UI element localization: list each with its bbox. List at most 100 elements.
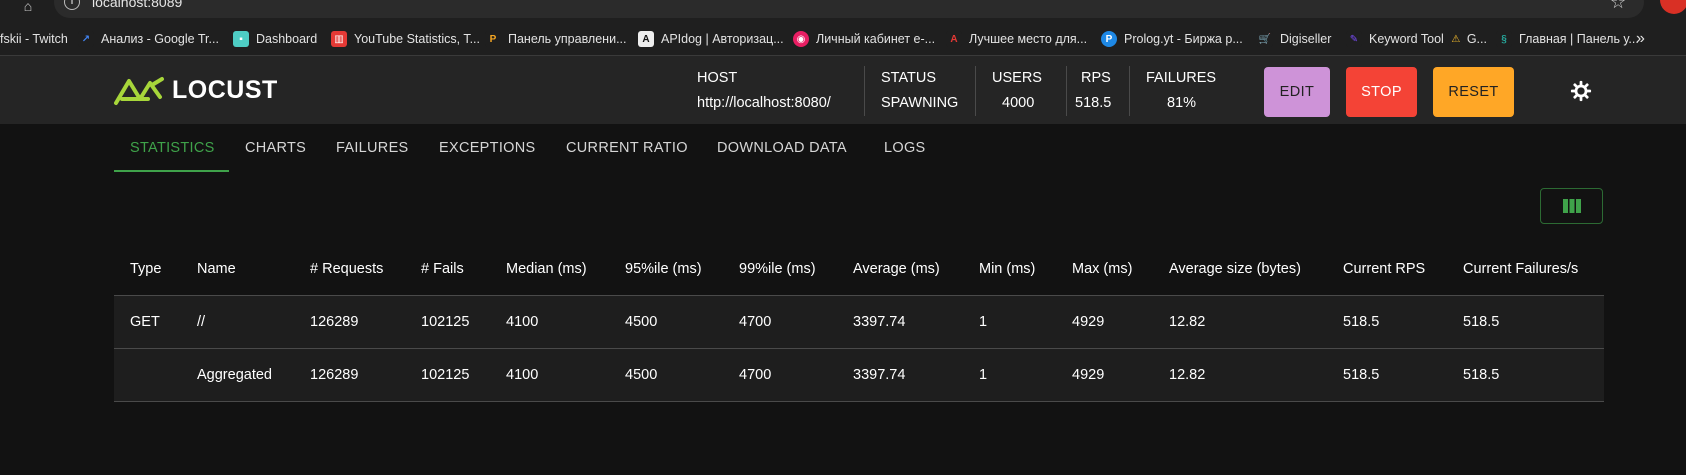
- profile-avatar[interactable]: [1660, 0, 1686, 14]
- table-cell: 12.82: [1169, 314, 1206, 330]
- reset-button[interactable]: RESET: [1433, 67, 1514, 117]
- prolog-icon: P: [1101, 31, 1117, 47]
- bookmark-item[interactable]: ▪ Dashboard: [233, 22, 317, 56]
- host-label: HOST: [697, 70, 738, 86]
- column-selector-button[interactable]: [1540, 188, 1603, 224]
- dashboard-icon: ▪: [233, 31, 249, 47]
- failures-label: FAILURES: [1146, 70, 1217, 86]
- failures-value: 81%: [1167, 95, 1197, 111]
- column-header[interactable]: Type: [130, 242, 161, 295]
- column-header[interactable]: Max (ms): [1072, 242, 1132, 295]
- address-bar[interactable]: [54, 0, 1644, 18]
- table-cell: 1: [979, 367, 988, 383]
- bookmark-item[interactable]: P Prolog.yt - Биржа р...: [1101, 22, 1243, 56]
- column-header[interactable]: Min (ms): [979, 242, 1035, 295]
- table-cell: 4100: [506, 314, 539, 330]
- bookmark-item[interactable]: ✎ Keyword Tool ⚠ G...: [1346, 22, 1487, 56]
- table-cell: 4929: [1072, 314, 1105, 330]
- bookmark-item[interactable]: fskii - Twitch: [0, 22, 68, 56]
- bookmark-item[interactable]: ▥ YouTube Statistics, T...: [331, 22, 480, 56]
- tab-current-ratio[interactable]: CURRENT RATIO: [566, 124, 688, 172]
- apidog-icon: A: [638, 31, 654, 47]
- stats-icon: ▥: [331, 31, 347, 47]
- column-header[interactable]: 99%ile (ms): [739, 242, 816, 295]
- column-header[interactable]: 95%ile (ms): [625, 242, 702, 295]
- column-header[interactable]: Average size (bytes): [1169, 242, 1301, 295]
- column-header[interactable]: Name: [197, 242, 236, 295]
- trends-icon: ↗: [78, 31, 94, 47]
- home-icon[interactable]: ⌂: [18, 0, 38, 16]
- table-cell: Aggregated: [197, 367, 272, 383]
- column-header[interactable]: # Requests: [310, 242, 383, 295]
- locust-logo-icon: [114, 77, 164, 105]
- table-cell: 4700: [739, 367, 772, 383]
- logo-text: LOCUST: [172, 75, 278, 104]
- host-value: http://localhost:8080/: [697, 95, 831, 111]
- table-cell: 12.82: [1169, 367, 1206, 383]
- column-header[interactable]: Current RPS: [1343, 242, 1425, 295]
- address-text[interactable]: localhost:8089: [92, 0, 182, 10]
- tab-failures[interactable]: FAILURES: [336, 124, 409, 172]
- table-cell: 4500: [625, 367, 658, 383]
- table-cell: 126289: [310, 367, 359, 383]
- app-header: LOCUST HOST http://localhost:8080/ STATU…: [0, 56, 1686, 124]
- adobe-icon: A: [946, 31, 962, 47]
- column-header[interactable]: Current Failures/s: [1463, 242, 1578, 295]
- tab-statistics[interactable]: STATISTICS: [130, 124, 215, 172]
- column-header[interactable]: Median (ms): [506, 242, 587, 295]
- warning-icon: ⚠: [1447, 31, 1464, 47]
- locust-logo[interactable]: LOCUST: [112, 56, 278, 124]
- rps-value: 518.5: [1075, 95, 1112, 111]
- column-header[interactable]: # Fails: [421, 242, 464, 295]
- tab-exceptions[interactable]: EXCEPTIONS: [439, 124, 535, 172]
- bookmark-item[interactable]: A Лучшее место для...: [946, 22, 1087, 56]
- table-cell: //: [197, 314, 206, 330]
- divider: [1066, 66, 1067, 116]
- bookmark-item[interactable]: 🛒 Digiseller: [1257, 22, 1331, 56]
- edit-button[interactable]: EDIT: [1264, 67, 1330, 117]
- divider: [975, 66, 976, 116]
- table-cell: 4500: [625, 314, 658, 330]
- table-cell: 4929: [1072, 367, 1105, 383]
- active-tab-indicator: [114, 170, 229, 172]
- status-label: STATUS: [881, 70, 937, 86]
- bookmarks-overflow-icon[interactable]: »: [1636, 22, 1645, 56]
- table-cell: 518.5: [1463, 367, 1500, 383]
- tab-logs[interactable]: LOGS: [884, 124, 926, 172]
- table-cell: GET: [130, 314, 160, 330]
- rps-label: RPS: [1081, 70, 1111, 86]
- panel2-icon: §: [1496, 31, 1512, 47]
- view-columns-icon: [1562, 199, 1581, 213]
- table-cell: 3397.74: [853, 314, 906, 330]
- bookmark-item[interactable]: ◉ Личный кабинет e-...: [793, 22, 935, 56]
- bookmarks-bar: fskii - Twitch ↗ Анализ - Google Tr... ▪…: [0, 22, 1686, 56]
- bookmark-item[interactable]: A APIdog | Авторизац...: [638, 22, 784, 56]
- bookmark-item[interactable]: ↗ Анализ - Google Tr...: [78, 22, 219, 56]
- table-cell: 4700: [739, 314, 772, 330]
- statistics-table: Type Name # Requests # Fails Median (ms)…: [114, 242, 1604, 402]
- tab-charts[interactable]: CHARTS: [245, 124, 306, 172]
- table-cell: 518.5: [1343, 314, 1380, 330]
- users-value: 4000: [1002, 95, 1035, 111]
- table-cell: 518.5: [1463, 314, 1500, 330]
- theme-toggle-icon[interactable]: [1570, 80, 1592, 102]
- bookmark-star-icon[interactable]: ☆: [1610, 0, 1626, 13]
- divider: [864, 66, 865, 116]
- stop-button[interactable]: STOP: [1346, 67, 1417, 117]
- keyword-icon: ✎: [1346, 31, 1362, 47]
- status-value: SPAWNING: [881, 95, 959, 111]
- divider: [1129, 66, 1130, 116]
- table-cell: 3397.74: [853, 367, 906, 383]
- browser-toolbar: ⌂ i localhost:8089 ☆: [0, 0, 1686, 22]
- table-cell: 102125: [421, 314, 470, 330]
- users-label: USERS: [992, 70, 1042, 86]
- bookmark-item[interactable]: P Панель управлени...: [485, 22, 626, 56]
- cart-icon: 🛒: [1257, 31, 1273, 47]
- table-cell: 4100: [506, 367, 539, 383]
- table-row: GET // 126289 102125 4100 4500 4700 3397…: [114, 296, 1604, 349]
- bookmark-item[interactable]: § Главная | Панель у...: [1496, 22, 1639, 56]
- tab-download-data[interactable]: DOWNLOAD DATA: [717, 124, 847, 172]
- table-cell: 126289: [310, 314, 359, 330]
- table-row-aggregated: Aggregated 126289 102125 4100 4500 4700 …: [114, 349, 1604, 402]
- column-header[interactable]: Average (ms): [853, 242, 940, 295]
